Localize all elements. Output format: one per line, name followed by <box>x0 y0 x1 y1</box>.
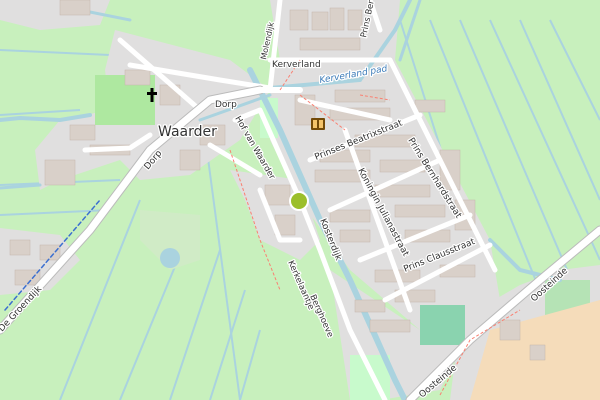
map-view[interactable]: Waarder Dorp Dorp Molendijk Hof van Waar… <box>0 0 600 400</box>
playground-icon[interactable] <box>289 191 309 211</box>
street-label-kerverland: Kerverland <box>272 60 321 70</box>
map-canvas[interactable]: Waarder Dorp Dorp Molendijk Hof van Waar… <box>0 0 600 400</box>
street-label-dorp-north: Dorp <box>215 100 237 110</box>
place-label: Waarder <box>158 124 217 140</box>
library-icon[interactable] <box>311 118 325 130</box>
